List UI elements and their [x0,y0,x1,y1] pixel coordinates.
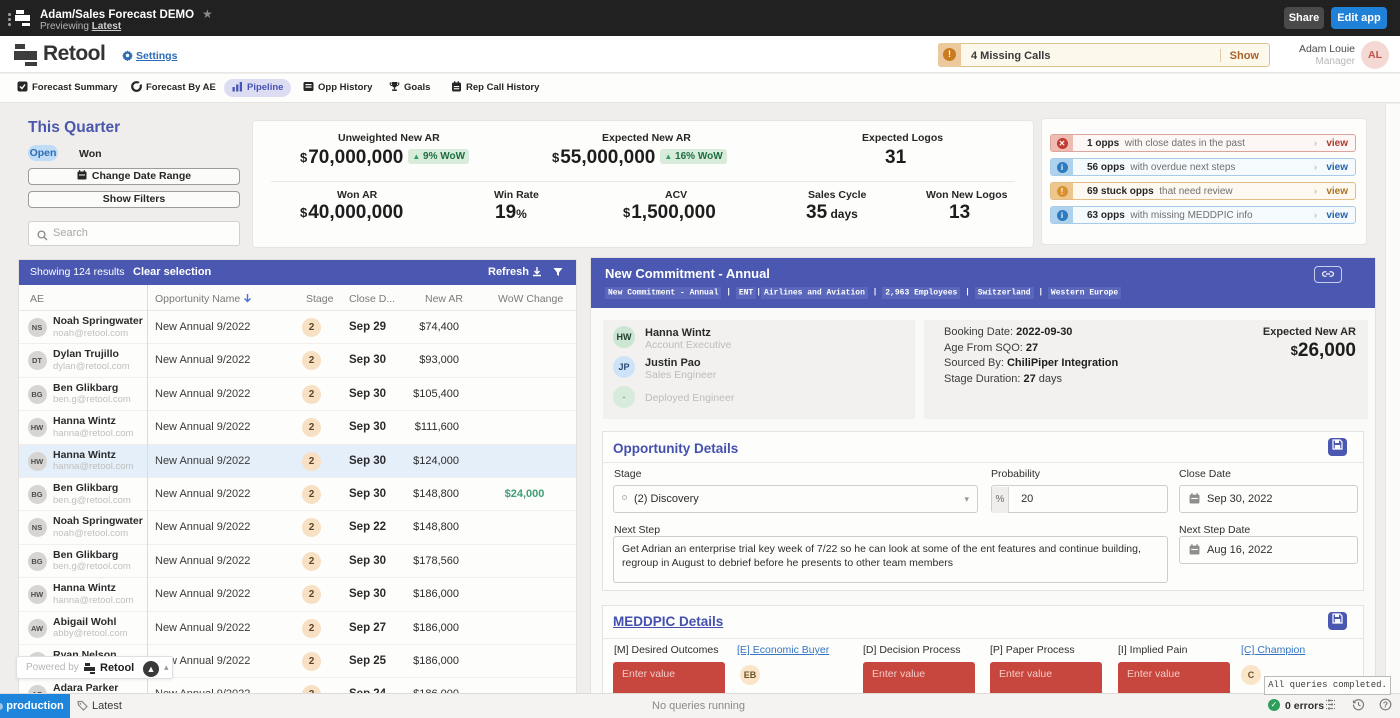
svg-text:?: ? [1383,699,1388,709]
